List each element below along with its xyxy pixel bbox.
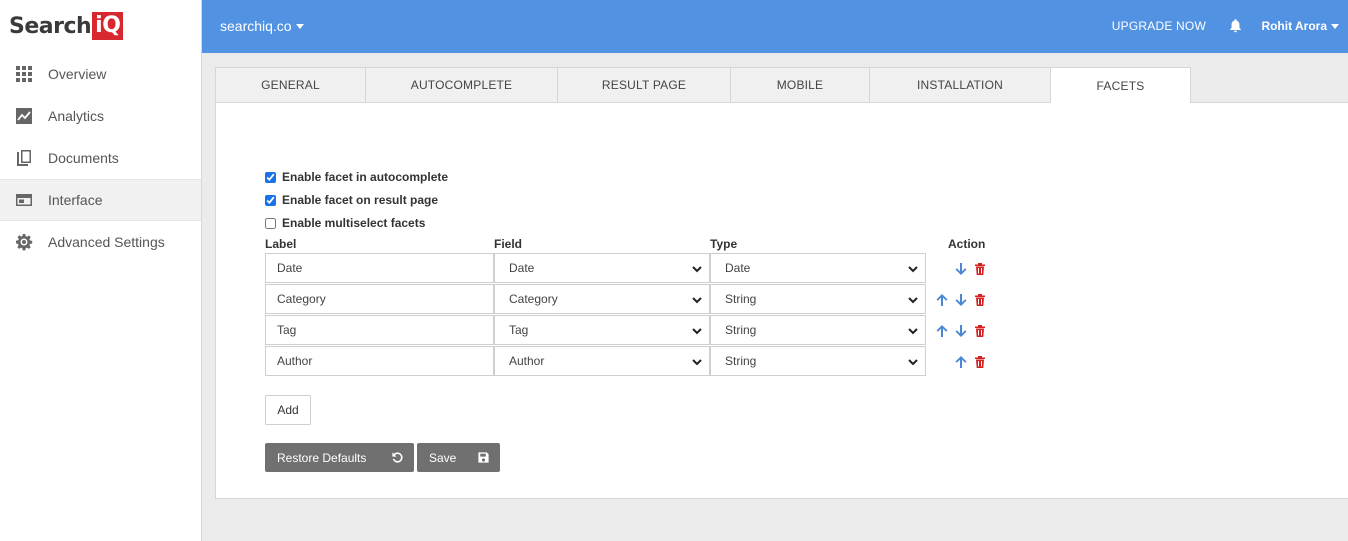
option-label: Enable multiselect facets	[282, 216, 426, 230]
chevron-down-icon	[908, 325, 918, 339]
tab-installation[interactable]: INSTALLATION	[870, 67, 1051, 103]
logo-badge: iQ	[92, 12, 124, 40]
facet-label-input[interactable]: Date	[265, 253, 494, 283]
searchiq-logo[interactable]: Search iQ	[9, 12, 124, 40]
facet-type-select[interactable]: String	[710, 346, 926, 376]
chevron-down-icon	[692, 263, 702, 277]
facet-type-select[interactable]: String	[710, 284, 926, 314]
facet-type-select[interactable]: String	[710, 315, 926, 345]
checkbox-multiselect-facets[interactable]	[265, 217, 276, 229]
facet-label-input[interactable]: Category	[265, 284, 494, 314]
row-actions	[932, 292, 989, 308]
select-value: String	[725, 354, 757, 368]
site-name: searchiq.co	[220, 18, 292, 34]
arrow-down-icon[interactable]	[951, 292, 970, 308]
interface-icon	[14, 190, 34, 210]
facet-field-select[interactable]: Date	[494, 253, 710, 283]
tab-facets[interactable]: FACETS	[1051, 67, 1191, 104]
arrow-up-icon[interactable]	[951, 354, 970, 370]
checkbox-facet-autocomplete[interactable]	[265, 171, 276, 183]
option-label: Enable facet in autocomplete	[282, 170, 449, 184]
select-value: String	[725, 292, 757, 306]
option-facet-result-page[interactable]: Enable facet on result page	[265, 193, 438, 207]
column-header-label: Label	[265, 237, 297, 251]
tab-result-page[interactable]: RESULT PAGE	[558, 67, 731, 103]
option-facet-autocomplete[interactable]: Enable facet in autocomplete	[265, 170, 448, 184]
tab-mobile[interactable]: MOBILE	[731, 67, 870, 103]
bell-icon[interactable]	[1228, 18, 1243, 38]
select-value: String	[725, 323, 757, 337]
documents-icon	[14, 148, 34, 168]
button-label: Restore Defaults	[277, 450, 367, 465]
trash-icon[interactable]	[970, 323, 989, 339]
row-actions	[951, 354, 989, 370]
user-menu[interactable]: Rohit Arora	[1261, 19, 1339, 33]
chart-icon	[14, 106, 34, 126]
column-header-type: Type	[710, 237, 738, 251]
facet-label-input[interactable]: Author	[265, 346, 494, 376]
upgrade-now-link[interactable]: UPGRADE NOW	[1112, 19, 1206, 33]
option-label: Enable facet on result page	[282, 193, 439, 207]
chevron-down-icon	[692, 294, 702, 308]
save-button[interactable]: Save	[417, 443, 500, 472]
sidebar: Search iQ Overview Analytics Documents In…	[0, 0, 202, 541]
sidebar-item-analytics[interactable]: Analytics	[0, 95, 201, 137]
sidebar-item-overview[interactable]: Overview	[0, 53, 201, 95]
checkbox-facet-result-page[interactable]	[265, 194, 276, 206]
sidebar-item-label: Advanced Settings	[48, 234, 165, 250]
sidebar-item-advanced-settings[interactable]: Advanced Settings	[0, 221, 201, 263]
column-header-field: Field	[494, 237, 523, 251]
arrow-up-icon[interactable]	[932, 292, 951, 308]
sidebar-item-label: Analytics	[48, 108, 105, 124]
arrow-down-icon[interactable]	[951, 323, 970, 339]
tab-general[interactable]: GENERAL	[215, 67, 366, 103]
trash-icon[interactable]	[970, 261, 989, 277]
facet-type-select[interactable]: Date	[710, 253, 926, 283]
caret-down-icon	[295, 23, 304, 29]
select-value: Date	[509, 261, 535, 275]
select-value: Category	[509, 292, 558, 306]
arrow-up-icon[interactable]	[932, 323, 951, 339]
sidebar-nav: Overview Analytics Documents Interface A…	[0, 53, 201, 263]
logo-text: Search	[9, 13, 92, 39]
select-value: Tag	[509, 323, 529, 337]
row-actions	[951, 261, 989, 277]
facet-field-select[interactable]: Author	[494, 346, 710, 376]
sidebar-item-documents[interactable]: Documents	[0, 137, 201, 179]
facet-label-input[interactable]: Tag	[265, 315, 494, 345]
sidebar-item-label: Interface	[48, 192, 103, 208]
caret-down-icon	[1331, 23, 1339, 29]
settings-tabs: GENERAL AUTOCOMPLETE RESULT PAGE MOBILE …	[215, 67, 1348, 104]
chevron-down-icon	[692, 356, 702, 370]
restore-defaults-button[interactable]: Restore Defaults	[265, 443, 414, 472]
trash-icon[interactable]	[970, 354, 989, 370]
chevron-down-icon	[692, 325, 702, 339]
option-multiselect-facets[interactable]: Enable multiselect facets	[265, 216, 425, 230]
grid-icon	[14, 64, 34, 84]
gear-icon	[14, 232, 34, 252]
sidebar-item-label: Overview	[48, 66, 107, 82]
floppy-disk-icon	[477, 451, 490, 467]
sidebar-item-label: Documents	[48, 150, 119, 166]
undo-icon	[391, 451, 404, 467]
site-selector[interactable]: searchiq.co	[220, 18, 304, 34]
chevron-down-icon	[908, 294, 918, 308]
add-facet-button[interactable]: Add	[265, 395, 311, 425]
user-name: Rohit Arora	[1261, 19, 1327, 33]
select-value: Date	[725, 261, 751, 275]
chevron-down-icon	[908, 356, 918, 370]
row-actions	[932, 323, 989, 339]
chevron-down-icon	[908, 263, 918, 277]
arrow-down-icon[interactable]	[951, 261, 970, 277]
trash-icon[interactable]	[970, 292, 989, 308]
button-label: Save	[429, 450, 457, 465]
column-header-action: Action	[948, 237, 986, 251]
select-value: Author	[509, 354, 545, 368]
sidebar-item-interface[interactable]: Interface	[0, 179, 201, 221]
top-bar: searchiq.co UPGRADE NOW Rohit Arora	[202, 0, 1348, 53]
facet-field-select[interactable]: Category	[494, 284, 710, 314]
tab-autocomplete[interactable]: AUTOCOMPLETE	[366, 67, 558, 103]
facet-field-select[interactable]: Tag	[494, 315, 710, 345]
